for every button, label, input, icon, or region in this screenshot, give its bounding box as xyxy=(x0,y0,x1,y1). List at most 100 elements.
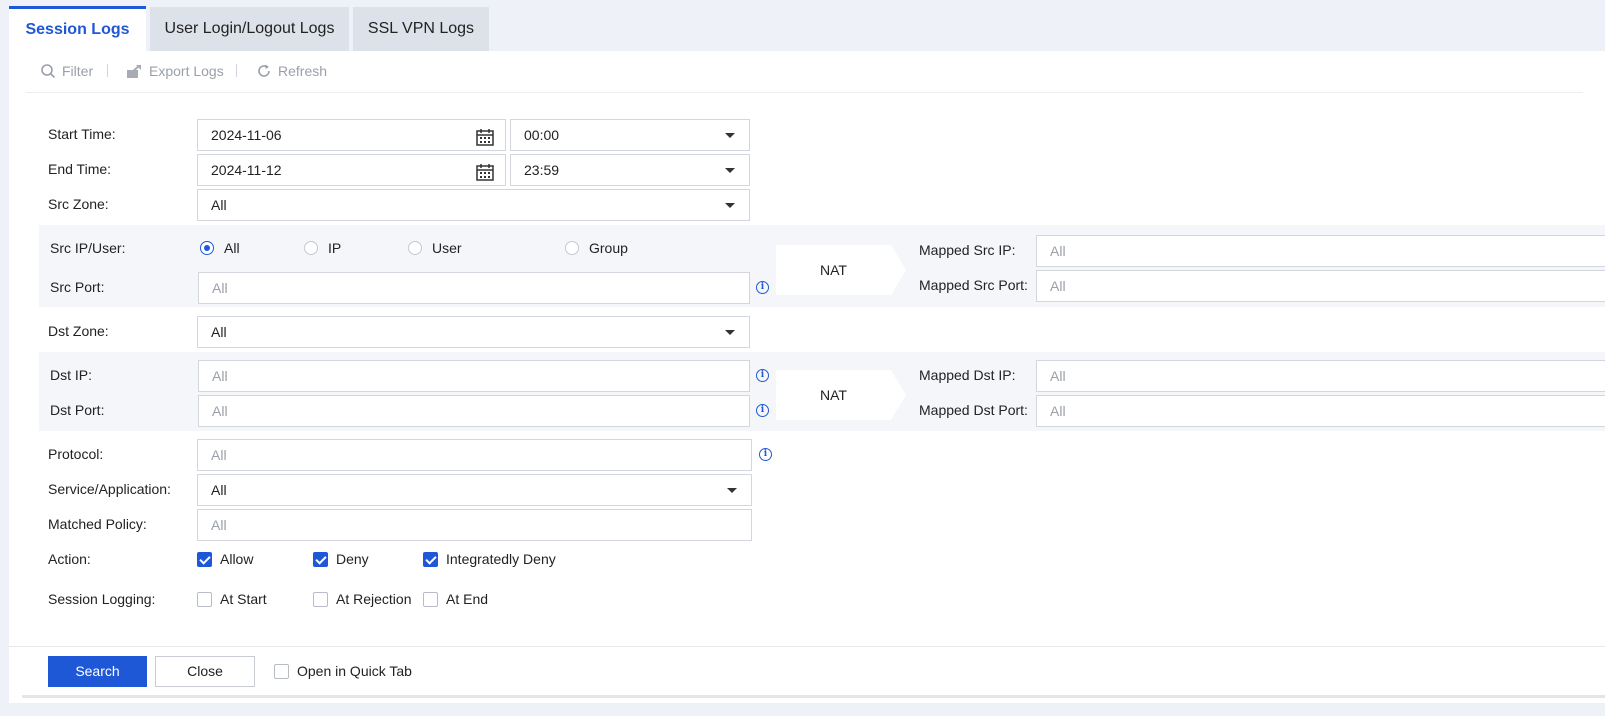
mapped-dst-port-label: Mapped Dst Port: xyxy=(919,402,1028,418)
filter-button[interactable]: Filter xyxy=(40,60,93,82)
end-time-select[interactable]: 23:59 xyxy=(510,154,750,186)
info-icon[interactable]: i xyxy=(756,404,769,417)
dst-zone-label: Dst Zone: xyxy=(48,323,109,339)
tab-ssl-vpn-logs[interactable]: SSL VPN Logs xyxy=(353,7,489,51)
mapped-src-ip-placeholder: All xyxy=(1050,243,1066,259)
start-time-value: 00:00 xyxy=(524,127,560,143)
src-port-input[interactable]: All xyxy=(198,272,750,304)
search-button[interactable]: Search xyxy=(48,656,147,687)
radio-label: All xyxy=(224,240,240,256)
src-zone-value: All xyxy=(211,197,227,213)
radio-button[interactable] xyxy=(200,241,214,255)
radio-src-ip[interactable]: IP xyxy=(304,238,341,258)
info-icon[interactable]: i xyxy=(756,369,769,382)
checkbox-box[interactable] xyxy=(274,663,289,679)
radio-label: Group xyxy=(589,240,628,256)
src-zone-label: Src Zone: xyxy=(48,196,109,212)
checkbox-label: Open in Quick Tab xyxy=(297,663,412,679)
action-label: Action: xyxy=(48,551,91,567)
nat-label: NAT xyxy=(820,387,847,403)
nat-src-arrow: NAT xyxy=(776,245,906,295)
tab-session-logs[interactable]: Session Logs xyxy=(9,6,146,54)
mapped-src-ip-input[interactable]: All xyxy=(1036,235,1605,267)
dst-zone-select[interactable]: All xyxy=(197,316,750,348)
checkbox-at-rejection[interactable]: At Rejection xyxy=(313,589,411,609)
src-zone-select[interactable]: All xyxy=(197,189,750,221)
radio-button[interactable] xyxy=(304,241,318,255)
checkbox-label: Deny xyxy=(336,551,369,567)
footer-divider xyxy=(9,646,1605,647)
mapped-src-ip-label: Mapped Src IP: xyxy=(919,242,1016,258)
info-icon[interactable]: i xyxy=(756,281,769,294)
service-application-label: Service/Application: xyxy=(48,481,171,497)
checkbox-box[interactable] xyxy=(313,551,328,567)
toolbar-divider xyxy=(107,64,108,77)
dst-port-placeholder: All xyxy=(212,403,228,419)
export-icon xyxy=(127,65,141,78)
radio-button[interactable] xyxy=(565,241,579,255)
mapped-src-port-label: Mapped Src Port: xyxy=(919,277,1028,293)
export-logs-label: Export Logs xyxy=(149,63,224,79)
radio-src-all[interactable]: All xyxy=(200,238,240,258)
mapped-dst-port-placeholder: All xyxy=(1050,403,1066,419)
end-time-value: 23:59 xyxy=(524,162,560,178)
calendar-icon[interactable] xyxy=(476,126,494,156)
chevron-down-icon xyxy=(725,203,735,208)
checkbox-box[interactable] xyxy=(197,551,212,567)
matched-policy-placeholder: All xyxy=(211,517,227,533)
dst-zone-value: All xyxy=(211,324,227,340)
mapped-src-port-input[interactable]: All xyxy=(1036,270,1605,302)
checkbox-box[interactable] xyxy=(197,591,212,607)
refresh-button[interactable]: Refresh xyxy=(256,60,327,82)
protocol-label: Protocol: xyxy=(48,446,104,462)
radio-button[interactable] xyxy=(408,241,422,255)
checkbox-box[interactable] xyxy=(313,591,328,607)
end-date-input[interactable]: 2024-11-12 xyxy=(197,154,506,186)
service-application-value: All xyxy=(211,482,227,498)
export-logs-button[interactable]: Export Logs xyxy=(126,60,224,82)
checkbox-integratedly-deny[interactable]: Integratedly Deny xyxy=(423,549,556,569)
chevron-down-icon xyxy=(727,488,737,493)
matched-policy-input[interactable]: All xyxy=(197,509,752,541)
checkbox-allow[interactable]: Allow xyxy=(197,549,253,569)
checkbox-label: Integratedly Deny xyxy=(446,551,556,567)
checkbox-at-start[interactable]: At Start xyxy=(197,589,267,609)
end-date-value: 2024-11-12 xyxy=(211,162,282,178)
checkbox-deny[interactable]: Deny xyxy=(313,549,369,569)
start-time-select[interactable]: 00:00 xyxy=(510,119,750,151)
start-date-value: 2024-11-06 xyxy=(211,127,282,143)
checkbox-at-end[interactable]: At End xyxy=(423,589,488,609)
matched-policy-label: Matched Policy: xyxy=(48,516,147,532)
start-date-input[interactable]: 2024-11-06 xyxy=(197,119,506,151)
tab-user-login-logout-logs[interactable]: User Login/Logout Logs xyxy=(150,7,349,51)
info-icon[interactable]: i xyxy=(759,448,772,461)
mapped-dst-ip-input[interactable]: All xyxy=(1036,360,1605,392)
checkbox-box[interactable] xyxy=(423,591,438,607)
mapped-dst-port-input[interactable]: All xyxy=(1036,395,1605,427)
end-time-label: End Time: xyxy=(48,161,112,177)
checkbox-box[interactable] xyxy=(423,551,438,567)
src-port-label: Src Port: xyxy=(50,279,105,295)
radio-src-user[interactable]: User xyxy=(408,238,462,258)
start-time-label: Start Time: xyxy=(48,126,116,142)
radio-src-group[interactable]: Group xyxy=(565,238,628,258)
mapped-dst-ip-label: Mapped Dst IP: xyxy=(919,367,1016,383)
close-button[interactable]: Close xyxy=(155,656,255,687)
toolbar-divider-line xyxy=(26,92,1583,93)
dst-ip-input[interactable]: All xyxy=(198,360,750,392)
radio-label: User xyxy=(432,240,462,256)
checkbox-label: At Rejection xyxy=(336,591,412,607)
filter-label: Filter xyxy=(62,63,94,79)
checkbox-open-in-quick-tab[interactable]: Open in Quick Tab xyxy=(274,661,412,681)
dst-port-input[interactable]: All xyxy=(198,395,750,427)
src-ip-user-label: Src IP/User: xyxy=(50,240,126,256)
protocol-input[interactable]: All xyxy=(197,439,752,471)
checkbox-label: Allow xyxy=(220,551,254,567)
chevron-down-icon xyxy=(725,133,735,138)
search-icon xyxy=(41,64,56,79)
calendar-icon[interactable] xyxy=(476,161,494,191)
mapped-src-port-placeholder: All xyxy=(1050,278,1066,294)
refresh-icon xyxy=(258,64,270,77)
service-application-select[interactable]: All xyxy=(197,474,752,506)
src-port-placeholder: All xyxy=(212,280,228,296)
